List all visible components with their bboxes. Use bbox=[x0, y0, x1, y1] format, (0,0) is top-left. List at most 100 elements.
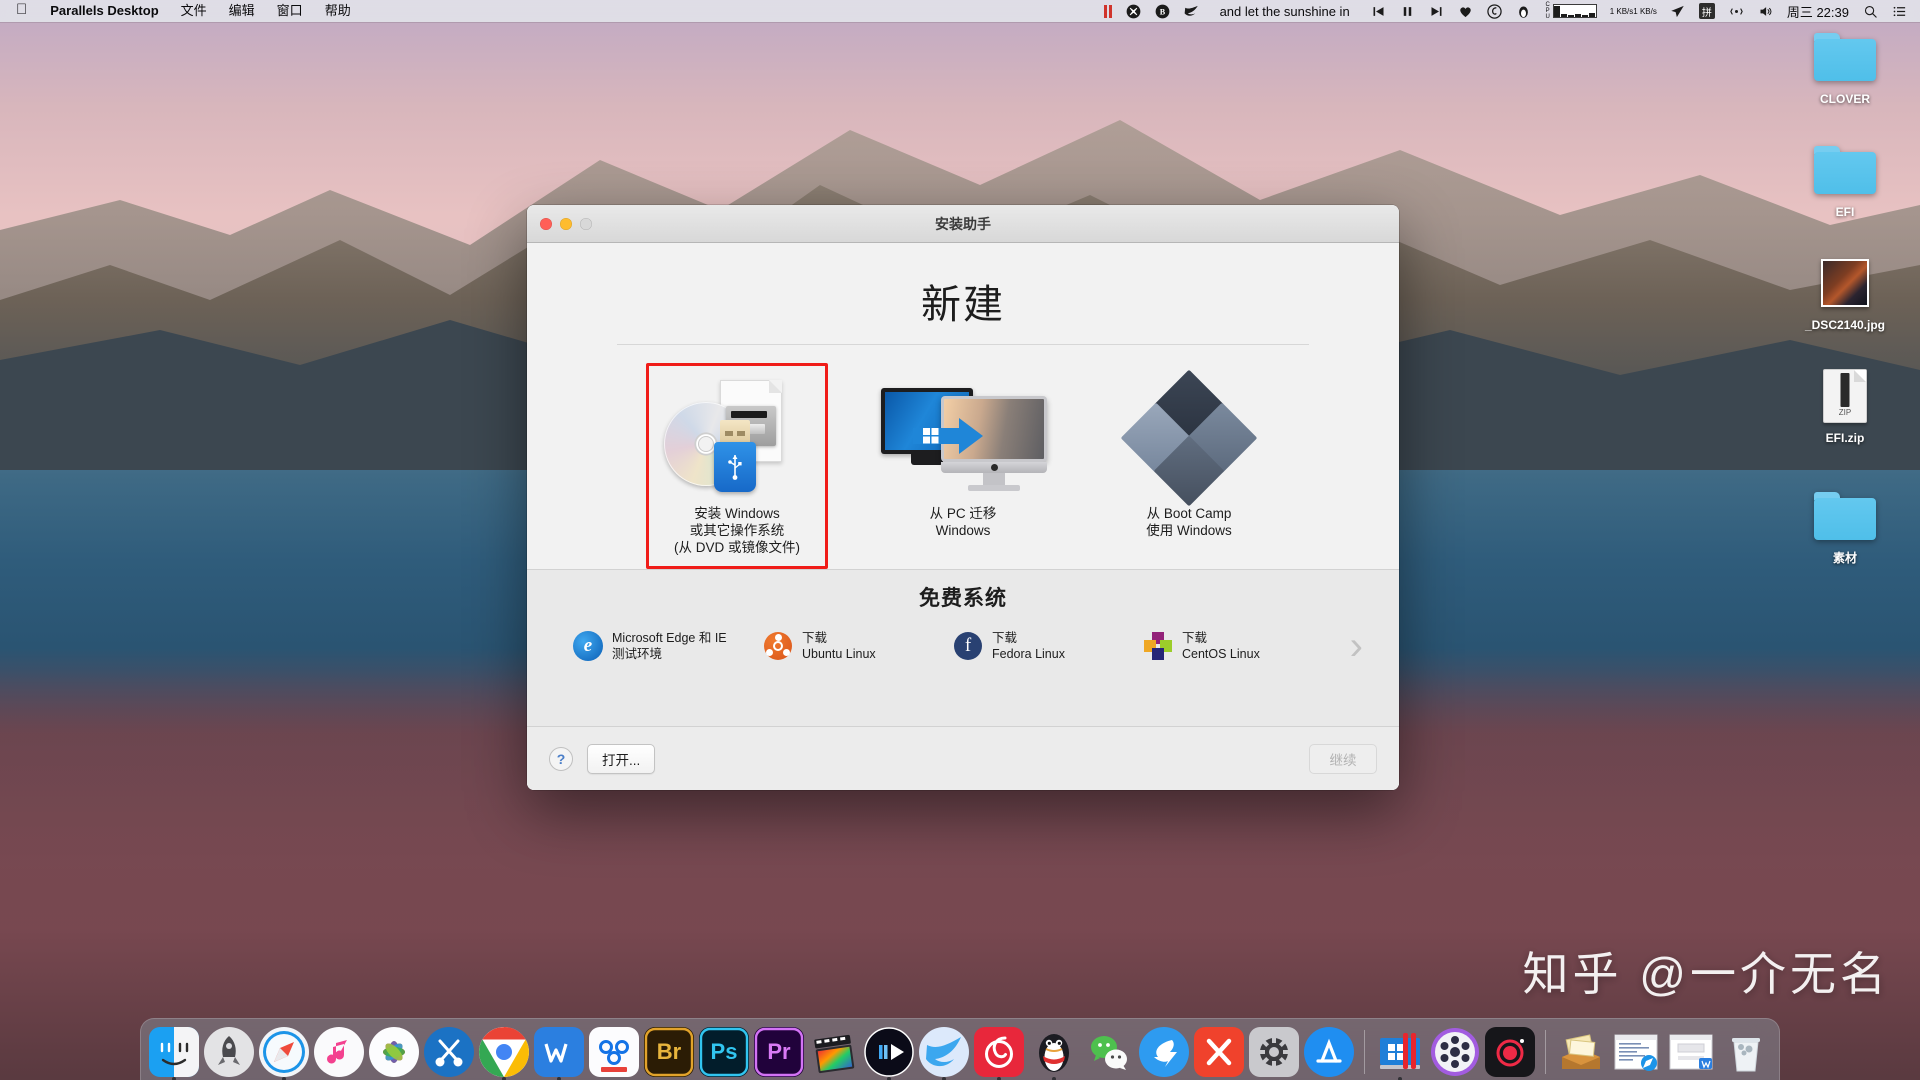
centos-icon bbox=[1143, 631, 1173, 661]
running-indicator bbox=[1052, 1076, 1056, 1080]
open-button[interactable]: 打开... bbox=[587, 743, 656, 774]
menu-clock[interactable]: 周三 22:39 bbox=[1780, 0, 1856, 22]
option-transfer-from-pc[interactable]: 从 PC 迁移 Windows bbox=[872, 363, 1054, 552]
menu-edit[interactable]: 编辑 bbox=[218, 0, 266, 22]
desktop-icon-efi-zip[interactable]: ZIP EFI.zip bbox=[1790, 365, 1900, 445]
dock-item-iina[interactable] bbox=[864, 1026, 914, 1080]
swallow-icon[interactable] bbox=[1177, 0, 1206, 22]
option-label-line1: 从 Boot Camp bbox=[1146, 506, 1232, 521]
option-install-windows[interactable]: 安装 Windows 或其它操作系统 (从 DVD 或镜像文件) bbox=[646, 363, 828, 569]
pc-to-mac-transfer-icon bbox=[881, 377, 1047, 495]
dock-item-system-preferences[interactable] bbox=[1249, 1026, 1299, 1077]
running-indicator bbox=[942, 1076, 946, 1080]
dock-item-qq[interactable] bbox=[1029, 1027, 1079, 1080]
dock-item-bird-player[interactable] bbox=[919, 1026, 969, 1080]
dock-item-finder[interactable] bbox=[149, 1026, 199, 1080]
airdrop-icon[interactable] bbox=[1722, 0, 1751, 22]
apple-logo-icon[interactable]:  bbox=[6, 0, 39, 22]
menu-file[interactable]: 文件 bbox=[170, 0, 218, 22]
desktop-icon-label: CLOVER bbox=[1819, 92, 1870, 106]
dock-item-bridge[interactable]: Br bbox=[644, 1026, 694, 1077]
help-button[interactable]: ? bbox=[549, 746, 573, 771]
dock-item-parallels-desktop[interactable] bbox=[1375, 1027, 1425, 1080]
dock-item-creative-cloud[interactable] bbox=[589, 1026, 639, 1077]
menu-app-name[interactable]: Parallels Desktop bbox=[39, 0, 169, 22]
installation-assistant-window[interactable]: 安装助手 新建 安装 Windows 或其它操作系统 (从 DVD 或镜像文件)… bbox=[527, 205, 1399, 790]
cpu-label: CPU bbox=[1544, 2, 1551, 20]
desktop-icon-sucai[interactable]: 素材 bbox=[1790, 485, 1900, 565]
dock-item-screen-recorder[interactable] bbox=[1485, 1026, 1535, 1077]
dock-item-safari[interactable] bbox=[259, 1026, 309, 1080]
free-systems-title: 免费系统 bbox=[919, 587, 1007, 610]
desktop-icon-clover[interactable]: CLOVER bbox=[1790, 26, 1900, 106]
dock-item-photos[interactable] bbox=[369, 1026, 419, 1077]
dock-item-wechat[interactable] bbox=[1084, 1027, 1134, 1077]
input-method-icon[interactable]: 拼 bbox=[1692, 0, 1722, 22]
folder-icon bbox=[1790, 26, 1900, 88]
dock-item-photoshop[interactable]: Ps bbox=[699, 1026, 749, 1077]
desktop-icon-efi[interactable]: EFI bbox=[1790, 139, 1900, 219]
next-track-icon[interactable] bbox=[1422, 0, 1451, 22]
option-label: 从 Boot Camp 使用 Windows bbox=[1107, 505, 1271, 539]
free-system-edge[interactable]: e Microsoft Edge 和 IE 测试环境 bbox=[573, 630, 763, 662]
x-circle-icon[interactable] bbox=[1119, 0, 1148, 22]
paper-plane-icon[interactable] bbox=[1663, 0, 1692, 22]
dock-item-premiere[interactable]: Pr bbox=[754, 1026, 804, 1077]
option-label: 从 PC 迁移 Windows bbox=[881, 505, 1045, 539]
dock-item-wps[interactable] bbox=[534, 1026, 584, 1080]
menu-window[interactable]: 窗口 bbox=[266, 0, 314, 22]
window-title-bar[interactable]: 安装助手 bbox=[527, 205, 1399, 243]
dock-item-xmind[interactable] bbox=[1194, 1026, 1244, 1077]
macos-menu-bar[interactable]:  Parallels Desktop 文件 编辑 窗口 帮助 B and le… bbox=[0, 0, 1920, 22]
option-label: 安装 Windows 或其它操作系统 (从 DVD 或镜像文件) bbox=[655, 505, 819, 556]
cpu-monitor[interactable]: CPU bbox=[1538, 0, 1604, 22]
pause-icon[interactable] bbox=[1097, 0, 1119, 22]
dock-item-chrome[interactable] bbox=[479, 1026, 529, 1080]
dock-item-downloads-stack[interactable] bbox=[1556, 1027, 1606, 1077]
free-system-fedora[interactable]: f 下载 Fedora Linux bbox=[953, 630, 1143, 662]
folder-icon bbox=[1790, 485, 1900, 547]
dock-item-minimized-wps-window[interactable] bbox=[1666, 1027, 1716, 1077]
dock-item-dingtalk[interactable] bbox=[1139, 1026, 1189, 1077]
now-playing-title[interactable]: and let the sunshine in bbox=[1206, 0, 1364, 22]
macos-dock[interactable]: Br Ps Pr bbox=[140, 1018, 1780, 1080]
free-system-line2: Ubuntu Linux bbox=[802, 647, 876, 661]
network-speed-indicator[interactable]: 1 KB/s 1 KB/s bbox=[1604, 0, 1663, 22]
svg-text:B: B bbox=[1159, 7, 1165, 16]
ubuntu-icon bbox=[763, 631, 793, 661]
volume-icon[interactable] bbox=[1751, 0, 1780, 22]
desktop-icon-dsc2140[interactable]: _DSC2140.jpg bbox=[1790, 252, 1900, 332]
bartender-icon[interactable]: B bbox=[1148, 0, 1177, 22]
heart-icon[interactable] bbox=[1451, 0, 1480, 22]
free-systems-section: 免费系统 e Microsoft Edge 和 IE 测试环境 下载 Ubunt… bbox=[527, 569, 1399, 726]
image-file-icon bbox=[1790, 252, 1900, 314]
dock-item-final-cut-pro[interactable] bbox=[809, 1027, 859, 1077]
option-use-boot-camp[interactable]: 从 Boot Camp 使用 Windows bbox=[1098, 363, 1280, 552]
search-icon[interactable] bbox=[1856, 0, 1885, 22]
dock-item-trash[interactable] bbox=[1721, 1027, 1771, 1077]
dock-item-launchpad[interactable] bbox=[204, 1026, 254, 1077]
free-system-line2: CentOS Linux bbox=[1182, 647, 1260, 661]
continue-button[interactable]: 继续 bbox=[1309, 743, 1377, 774]
running-indicator bbox=[1398, 1076, 1402, 1080]
dock-item-video-player[interactable] bbox=[1430, 1027, 1480, 1077]
previous-track-icon[interactable] bbox=[1364, 0, 1393, 22]
window-title: 安装助手 bbox=[935, 215, 991, 232]
netease-music-icon[interactable] bbox=[1480, 0, 1509, 22]
zip-file-icon: ZIP bbox=[1790, 365, 1900, 427]
chevron-right-icon[interactable]: › bbox=[1350, 626, 1369, 666]
penguin-icon[interactable] bbox=[1509, 0, 1538, 22]
dock-item-app-store[interactable] bbox=[1304, 1026, 1354, 1077]
dock-item-music[interactable] bbox=[314, 1026, 364, 1077]
dock-item-minimized-safari-window[interactable] bbox=[1611, 1027, 1661, 1077]
dock-item-snipaste[interactable] bbox=[424, 1026, 474, 1077]
free-system-ubuntu[interactable]: 下载 Ubuntu Linux bbox=[763, 630, 953, 662]
watermark-text: 知乎 @一介无名 bbox=[1522, 948, 1890, 1000]
control-center-list-icon[interactable] bbox=[1885, 0, 1914, 22]
option-label-line1: 安装 Windows bbox=[694, 506, 780, 521]
free-system-centos[interactable]: 下载 CentOS Linux bbox=[1143, 630, 1333, 662]
pause-track-icon[interactable] bbox=[1393, 0, 1422, 22]
cpu-graph bbox=[1552, 4, 1597, 18]
dock-item-netease-music[interactable] bbox=[974, 1026, 1024, 1080]
menu-help[interactable]: 帮助 bbox=[314, 0, 362, 22]
